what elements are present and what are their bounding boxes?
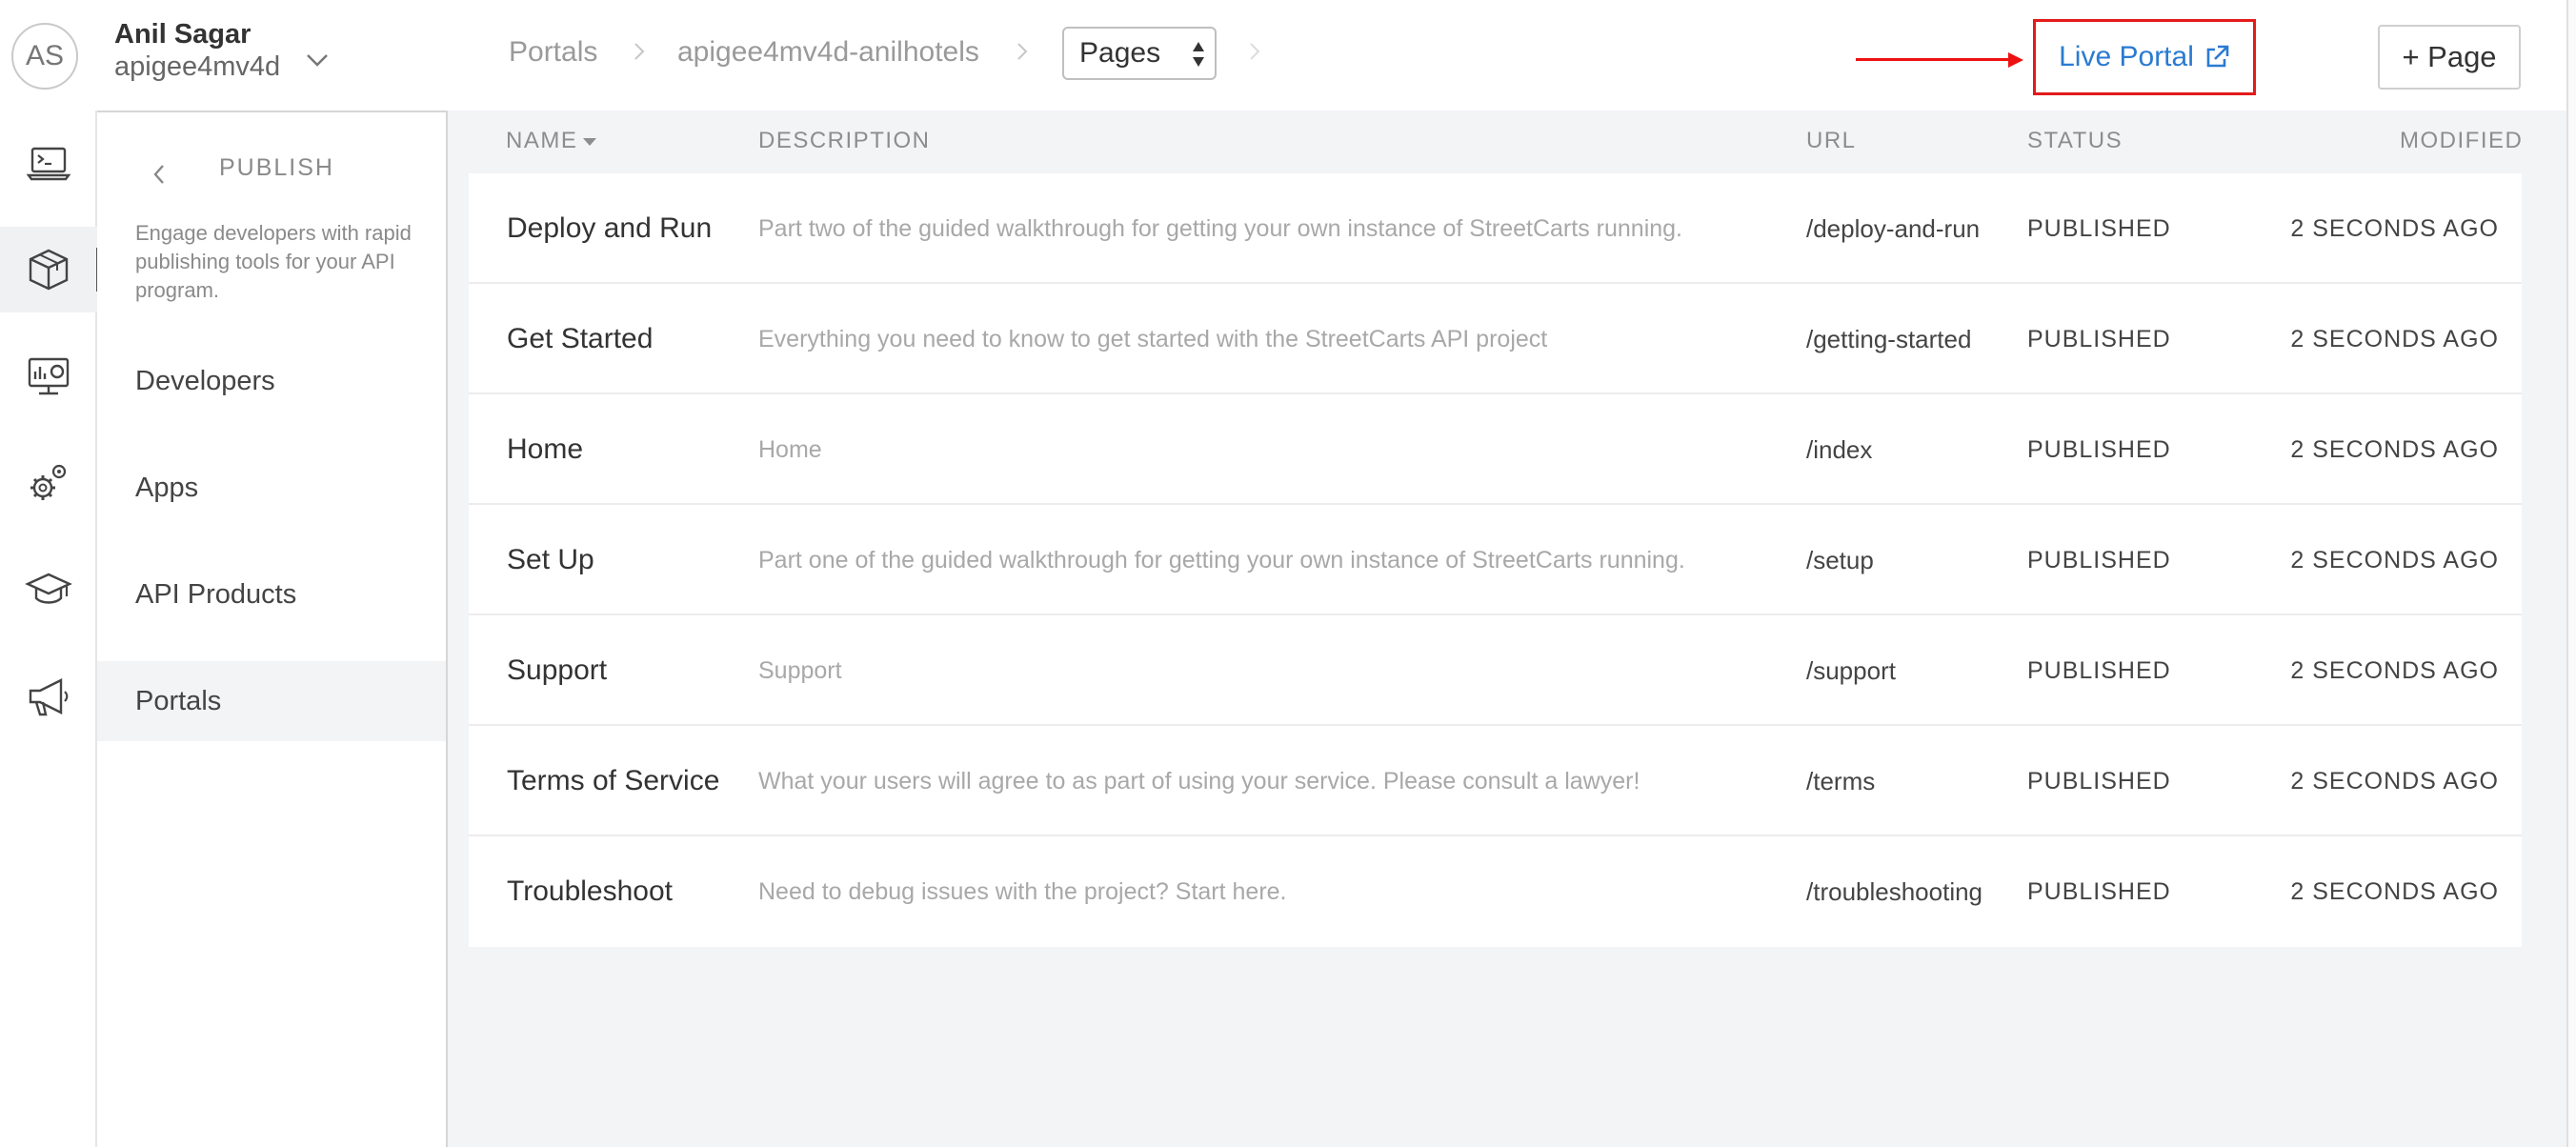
page-url: /support [1806,655,1896,685]
chevron-right-icon [1250,43,1260,60]
graduation-cap-icon [25,573,72,604]
subnav-title: PUBLISH [219,154,334,181]
page-scrollbar[interactable] [2566,0,2576,1147]
subnav-description: Engage developers with rapid publishing … [135,221,412,302]
table-row[interactable]: Troubleshoot Need to debug issues with th… [469,836,2522,947]
column-header-description: DESCRIPTION [758,128,931,153]
page-url: /index [1806,434,1873,464]
gears-icon [30,464,67,500]
page-modified: 2 SECONDS AGO [2290,214,2499,242]
pages-table: Deploy and Run Part two of the guided wal… [469,173,2522,947]
page-modified: 2 SECONDS AGO [2290,656,2499,684]
section-select[interactable]: Pages [1062,27,1217,80]
page-modified: 2 SECONDS AGO [2290,546,2499,574]
status-badge: PUBLISHED [2027,546,2171,574]
page-description: Part one of the guided walkthrough for g… [758,546,1685,574]
icon-rail [0,111,99,1147]
page-modified: 2 SECONDS AGO [2290,435,2499,463]
table-row[interactable]: Home Home/index PUBLISHED 2 SECONDS AGO [469,394,2522,505]
package-icon [29,249,69,291]
status-badge: PUBLISHED [2027,877,2171,905]
page-modified: 2 SECONDS AGO [2290,767,2499,795]
page-url: /terms [1806,766,1876,795]
live-portal-link[interactable]: Live Portal [2033,19,2256,95]
page-url: /deploy-and-run [1806,213,1981,243]
page-description: What your users will agree to as part of… [758,767,1640,795]
page-name[interactable]: Terms of Service [507,726,719,836]
rail-item-announcements[interactable] [0,654,97,739]
column-header-modified: MODIFIED [2400,128,2524,153]
chevron-down-icon[interactable] [303,48,332,72]
chevron-right-icon [1017,43,1028,60]
rail-item-publish[interactable] [0,227,99,312]
page-name[interactable]: Home [507,394,583,505]
column-header-name-label: NAME [506,128,578,153]
status-badge: PUBLISHED [2027,656,2171,684]
breadcrumb-portal-name[interactable]: apigee4mv4d-anilhotels [677,36,979,69]
page-name[interactable]: Deploy and Run [507,173,712,284]
page-modified: 2 SECONDS AGO [2290,325,2499,352]
select-arrows-icon [1193,42,1204,67]
status-badge: PUBLISHED [2027,214,2171,242]
table-row[interactable]: Support Support/support PUBLISHED 2 SECONDS… [469,615,2522,726]
user-name: Anil Sagar [114,19,252,50]
page-description: Part two of the guided walkthrough for g… [758,214,1682,242]
avatar[interactable]: AS [11,23,78,90]
publish-subnav: PUBLISH Engage developers with rapid pub… [97,111,448,1147]
dashboard-monitor-icon [28,357,70,395]
rail-item-learn[interactable] [0,547,97,633]
page-name[interactable]: Troubleshoot [507,836,673,947]
section-select-value: Pages [1079,37,1161,69]
live-portal-label: Live Portal [2059,41,2194,72]
page-url: /setup [1806,545,1874,574]
breadcrumb-portals[interactable]: Portals [509,36,597,69]
terminal-icon [26,147,71,181]
subnav-item-developers[interactable]: Developers [97,341,446,421]
annotation-arrow [1856,58,2012,61]
page-url: /getting-started [1806,324,1972,353]
table-row[interactable]: Get Started Everything you need to know t… [469,284,2522,394]
table-row[interactable]: Set Up Part one of the guided walkthrough… [469,505,2522,615]
column-header-name[interactable]: NAME [506,128,597,154]
page-name[interactable]: Support [507,615,607,726]
table-row[interactable]: Deploy and Run Part two of the guided wal… [469,173,2522,284]
status-badge: PUBLISHED [2027,325,2171,352]
chevron-left-icon[interactable] [149,160,170,189]
add-page-button[interactable]: + Page [2378,25,2521,90]
column-header-url: URL [1806,128,1857,153]
page-description: Need to debug issues with the project? S… [758,877,1287,905]
external-link-icon [2206,45,2229,68]
rail-item-admin[interactable] [0,440,97,526]
org-name[interactable]: apigee4mv4d [114,51,280,83]
subnav-item-api-products[interactable]: API Products [97,554,446,634]
top-header: AS Anil Sagar apigee4mv4d Portals apigee… [0,0,2576,111]
annotation-arrow-head [2008,52,2023,68]
subnav-item-apps[interactable]: Apps [97,448,446,528]
status-badge: PUBLISHED [2027,767,2171,795]
rail-item-analyze[interactable] [0,333,97,419]
page-description: Everything you need to know to get start… [758,325,1548,352]
page-modified: 2 SECONDS AGO [2290,877,2499,905]
page-description: Support [758,656,842,684]
table-row[interactable]: Terms of Service What your users will agr… [469,726,2522,836]
column-header-status: STATUS [2027,128,2123,153]
page-name[interactable]: Set Up [507,505,594,615]
page-description: Home [758,435,822,463]
megaphone-icon [29,678,69,716]
status-badge: PUBLISHED [2027,435,2171,463]
rail-item-develop[interactable] [0,120,97,206]
chevron-right-icon [634,43,645,60]
page-name[interactable]: Get Started [507,284,653,394]
subnav-item-portals[interactable]: Portals [97,661,446,741]
page-url: /troubleshooting [1806,876,1983,906]
sort-desc-icon [583,137,597,146]
